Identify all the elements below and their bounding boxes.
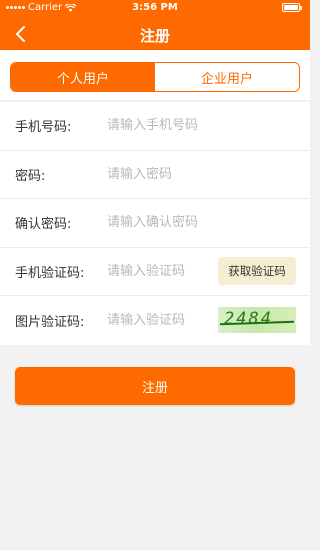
sms-code-label: 手机验证码:	[15, 265, 85, 281]
password-row: 密码:	[0, 151, 310, 199]
status-bar: Carrier 3:56 PM	[0, 0, 310, 16]
captcha-image[interactable]: 2484	[218, 307, 296, 334]
image-code-row: 图片验证码: 2484	[0, 296, 310, 345]
nav-bar: 注册	[0, 18, 310, 50]
confirm-password-row: 确认密码:	[0, 199, 310, 248]
confirm-password-input[interactable]	[107, 215, 207, 231]
tab-personal-user[interactable]: 个人用户	[11, 63, 155, 91]
captcha-text: 2484	[224, 309, 273, 330]
phone-input[interactable]	[107, 118, 207, 134]
image-code-label: 图片验证码:	[15, 314, 85, 330]
phone-label: 手机号码:	[15, 120, 72, 136]
status-time: 3:56 PM	[132, 2, 178, 13]
battery-icon	[282, 3, 302, 12]
image-code-input[interactable]	[107, 312, 207, 328]
phone-row: 手机号码:	[0, 102, 310, 151]
get-sms-code-button[interactable]: 获取验证码	[218, 257, 296, 286]
register-form: 手机号码: 密码: 确认密码: 手机验证码: 获取验证码 图片验证码: 2484	[0, 102, 310, 345]
confirm-password-label: 确认密码:	[15, 217, 72, 233]
sms-code-row: 手机验证码: 获取验证码	[0, 248, 310, 296]
tab-enterprise-user[interactable]: 企业用户	[155, 63, 299, 91]
password-label: 密码:	[15, 168, 46, 184]
page-title: 注册	[139, 27, 170, 45]
user-type-section: 个人用户 企业用户	[0, 50, 310, 100]
password-input[interactable]	[107, 166, 207, 182]
user-type-segment: 个人用户 企业用户	[10, 62, 300, 92]
register-button[interactable]: 注册	[15, 367, 295, 405]
sms-code-input[interactable]	[107, 263, 207, 279]
